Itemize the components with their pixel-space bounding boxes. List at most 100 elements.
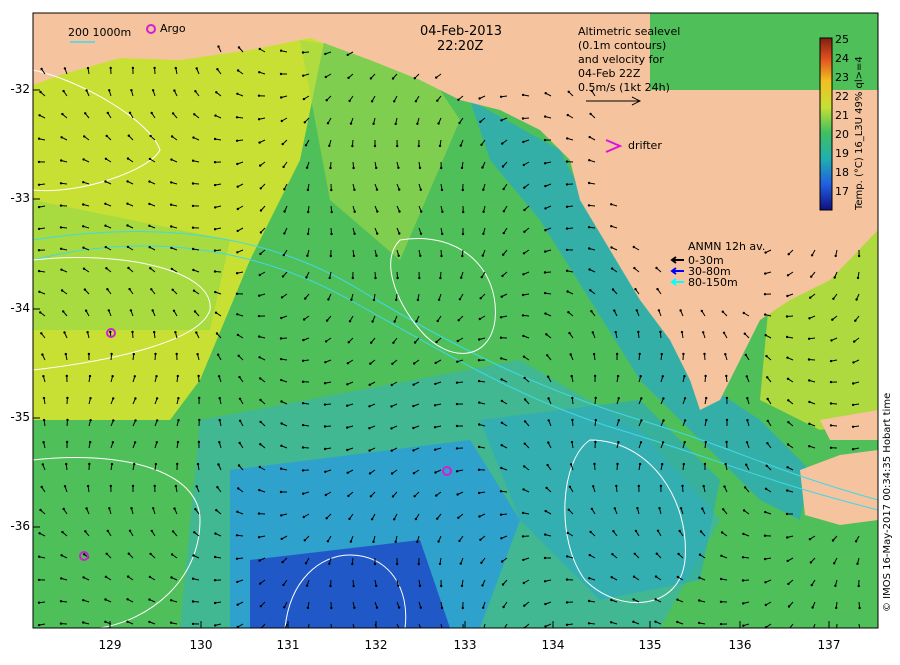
velocity-arrow-head [133,463,135,465]
velocity-arrow-head [593,463,595,465]
velocity-arrow-head [811,584,813,586]
velocity-arrow-head [87,485,89,487]
velocity-arrow-head [544,271,546,273]
velocity-arrow-head [764,535,766,537]
velocity-arrow-head [110,353,112,355]
velocity-arrow-head [808,317,810,319]
velocity-arrow-head [544,185,546,187]
velocity-arrow-head [108,507,110,509]
velocity-arrow-head [639,463,641,465]
velocity-arrow-head [215,91,217,93]
velocity-arrow-head [568,509,570,511]
colorbar-tick: 22 [835,90,849,103]
velocity-arrow-head [307,189,309,191]
velocity-arrow-head [743,509,745,511]
velocity-arrow-head [419,585,421,587]
velocity-arrow-head [588,622,590,624]
velocity-arrow-head [302,493,304,495]
velocity-arrow-head [766,376,768,378]
velocity-arrow-head [236,251,238,253]
velocity-arrow-head [501,400,503,402]
velocity-arrow-head [258,141,260,143]
velocity-arrow-head [126,224,128,226]
velocity-arrow-head [417,299,419,301]
velocity-arrow-head [500,490,502,492]
velocity-arrow-head [858,585,860,587]
velocity-arrow-head [371,518,373,520]
velocity-arrow-head [374,277,376,279]
lon-label: 129 [90,638,130,652]
velocity-arrow-head [391,472,393,474]
velocity-arrow-head [258,512,260,514]
velocity-arrow-head [302,402,304,404]
velocity-arrow-head [259,443,261,445]
velocity-arrow-head [239,420,241,422]
velocity-arrow-head [456,493,458,495]
velocity-arrow-head [330,607,332,609]
velocity-arrow-head [149,246,151,248]
velocity-arrow-head [456,447,458,449]
velocity-arrow-head [39,91,41,93]
velocity-arrow-head [236,534,238,536]
velocity-arrow-head [857,277,859,279]
velocity-arrow-head [767,420,769,422]
velocity-arrow-head [500,467,502,469]
velocity-arrow-head [148,621,150,623]
velocity-arrow-head [86,331,88,333]
velocity-arrow-head [661,463,663,465]
colorbar-tick: 21 [835,109,849,122]
velocity-arrow-head [544,207,546,209]
velocity-arrow-head [437,122,439,124]
velocity-arrow-head [610,246,612,248]
velocity-arrow-head [588,247,590,249]
velocity-arrow-head [43,419,45,421]
velocity-arrow-head [65,463,67,465]
velocity-arrow-head [414,341,416,343]
velocity-arrow-head [633,267,635,269]
velocity-arrow-head [331,629,333,631]
velocity-arrow-head [479,121,481,123]
velocity-arrow-head [482,189,484,191]
velocity-arrow-head [500,119,502,121]
velocity-arrow-head [414,77,416,79]
velocity-arrow-head [440,167,442,169]
velocity-arrow-head [324,425,326,427]
velocity-arrow-head [302,381,304,383]
velocity-arrow-head [148,180,150,182]
velocity-arrow-head [418,277,420,279]
velocity-arrow-head [38,532,40,534]
velocity-arrow-head [42,463,44,465]
velocity-arrow-head [391,450,393,452]
velocity-arrow-head [280,514,282,516]
velocity-arrow-head [522,535,524,537]
velocity-arrow-head [348,518,350,520]
velocity-arrow-head [726,397,728,399]
velocity-arrow-head [302,51,304,53]
velocity-arrow-head [398,606,400,608]
velocity-arrow-head [547,441,549,443]
velocity-arrow-head [390,427,392,429]
velocity-arrow-head [40,68,42,70]
velocity-arrow-head [134,397,136,399]
velocity-arrow-head [661,353,663,355]
velocity-arrow-head [148,598,150,600]
velocity-arrow-head [742,625,744,627]
velocity-arrow-head [566,249,568,251]
velocity-arrow-head [501,296,503,298]
velocity-arrow-head [435,494,437,496]
velocity-arrow-head [104,203,106,205]
velocity-arrow-head [786,357,788,359]
velocity-arrow-head [746,397,748,399]
velocity-arrow-head [853,340,855,342]
velocity-arrow-head [811,606,813,608]
velocity-arrow-head [742,556,744,558]
velocity-arrow-head [610,225,612,227]
velocity-arrow-head [281,120,283,122]
velocity-arrow-head [700,530,702,532]
velocity-arrow-head [130,507,132,509]
velocity-arrow-head [130,309,132,311]
velocity-arrow-head [128,553,130,555]
velocity-arrow-head [302,339,304,341]
velocity-arrow-head [835,255,837,257]
velocity-arrow-head [193,290,195,292]
